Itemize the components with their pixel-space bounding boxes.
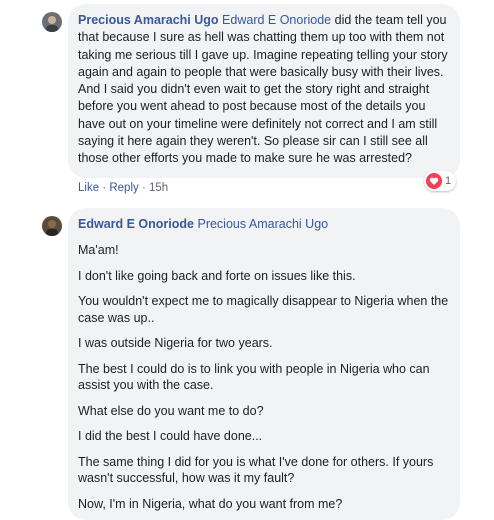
separator-dot: ·: [141, 182, 149, 194]
reply-link[interactable]: Reply: [109, 182, 138, 194]
comment-paragraph: The same thing I did for you is what I'v…: [78, 454, 434, 486]
comment-paragraph: What else do you want me to do?: [78, 403, 264, 418]
comment-body: Ma'am! I don't like going back and forte …: [78, 242, 450, 512]
love-reaction-icon: [426, 173, 442, 189]
like-link[interactable]: Like: [78, 182, 99, 194]
comment-bubble: Precious Amarachi Ugo Edward E Onoriode …: [68, 4, 460, 178]
comment-paragraph: I don't like going back and forte on iss…: [78, 268, 356, 283]
comment-paragraph: The best I could do is to link you with …: [78, 361, 430, 393]
comment-actions: Like · Reply · 15h: [78, 182, 168, 194]
comment-paragraph: Now, I'm in Nigeria, what do you want fr…: [78, 496, 343, 511]
comment-mention[interactable]: Precious Amarachi Ugo: [197, 217, 328, 231]
comment-paragraph: You wouldn't expect me to magically disa…: [78, 294, 449, 325]
comment-body: did the team tell you that because I sur…: [78, 13, 448, 166]
comment-paragraph: Ma'am!: [78, 243, 119, 257]
comment-author[interactable]: Precious Amarachi Ugo: [78, 13, 219, 27]
comment-paragraph: I did the best I could have done...: [78, 429, 263, 443]
comment-author[interactable]: Edward E Onoriode: [78, 217, 194, 231]
comment-timestamp[interactable]: 15h: [149, 182, 168, 194]
avatar[interactable]: [42, 12, 62, 32]
comment-bubble: Edward E Onoriode Precious Amarachi Ugo …: [68, 208, 460, 520]
comment-text: Precious Amarachi Ugo Edward E Onoriode …: [78, 12, 450, 168]
comment-mention[interactable]: Edward E Onoriode: [222, 13, 331, 27]
avatar[interactable]: [42, 216, 62, 236]
reaction-count-text: 1: [445, 175, 452, 187]
reaction-count[interactable]: 1: [424, 171, 457, 191]
comment-paragraph: I was outside Nigeria for two years.: [78, 336, 273, 350]
